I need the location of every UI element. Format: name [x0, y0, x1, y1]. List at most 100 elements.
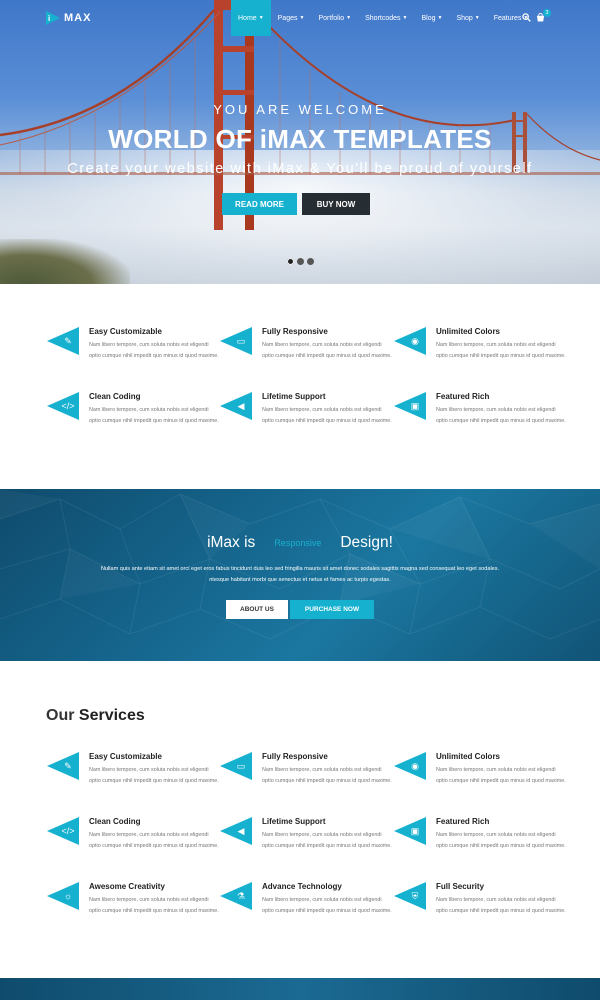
paint-bucket-icon: ◉ — [411, 760, 419, 771]
service-title: Easy Customizable — [89, 752, 162, 761]
service-advance-technology: ⚗ Advance Technology Nam libero tempore,… — [220, 882, 392, 934]
megaphone-icon: ◀ — [237, 825, 245, 836]
banner-heading: iMax is Responsive Design! — [0, 533, 600, 553]
service-title: Fully Responsive — [262, 752, 328, 761]
chevron-down-icon: ▼ — [474, 15, 480, 21]
feature-lifetime-support: ◀ Lifetime Support Nam libero tempore, c… — [220, 392, 392, 444]
nav-item-shop[interactable]: Shop ▼ — [449, 0, 486, 36]
service-full-security: ⛨ Full Security Nam libero tempore, cum … — [394, 882, 566, 934]
services-heading-light: Our — [46, 707, 75, 724]
next-section-strip — [0, 978, 600, 1000]
service-title: Full Security — [436, 882, 485, 891]
edit-icon: ✎ — [64, 335, 72, 346]
top-navbar: i MAX Home ▼ Pages ▼ Portfolio ▼ Shortcodes… — [0, 0, 600, 36]
slider-dot-1[interactable] — [287, 258, 294, 265]
services-heading: Our Services — [46, 707, 145, 725]
code-icon: </> — [61, 826, 75, 836]
service-fully-responsive: ▭ Fully Responsive Nam libero tempore, c… — [220, 752, 392, 804]
nav-item-pages[interactable]: Pages ▼ — [271, 0, 312, 36]
feature-title: Fully Responsive — [262, 327, 328, 336]
service-clean-coding: </> Clean Coding Nam libero tempore, cum… — [47, 817, 219, 869]
service-title: Unlimited Colors — [436, 752, 501, 761]
nav-item-portfolio[interactable]: Portfolio ▼ — [311, 0, 358, 36]
service-text: Nam libero tempore, cum soluta nobis est… — [262, 832, 392, 849]
service-featured-rich: ▣ Featured Rich Nam libero tempore, cum … — [394, 817, 566, 869]
feature-text: Nam libero tempore, cum soluta nobis est… — [436, 407, 566, 424]
hero-subtitle: YOU ARE WELCOME — [213, 102, 387, 117]
nav-item-blog[interactable]: Blog ▼ — [414, 0, 449, 36]
logo-text: MAX — [64, 12, 92, 24]
shield-icon: ⛨ — [411, 890, 419, 901]
feature-featured-rich: ▣ Featured Rich Nam libero tempore, cum … — [394, 392, 566, 444]
feature-title: Unlimited Colors — [436, 327, 501, 336]
nav-item-home[interactable]: Home ▼ — [231, 0, 271, 36]
service-title: Advance Technology — [262, 882, 342, 891]
service-awesome-creativity: ☼ Awesome Creativity Nam libero tempore,… — [47, 882, 219, 934]
feature-title: Clean Coding — [89, 392, 141, 401]
slider-dot-2[interactable] — [297, 258, 304, 265]
flask-icon: ⚗ — [236, 890, 246, 901]
feature-title: Lifetime Support — [262, 392, 326, 401]
slider-pagination — [287, 258, 314, 265]
chevron-down-icon: ▼ — [402, 15, 408, 21]
edit-icon: ✎ — [64, 760, 72, 771]
chevron-down-icon: ▼ — [299, 15, 305, 21]
feature-title: Easy Customizable — [89, 327, 162, 336]
paint-bucket-icon: ◉ — [411, 335, 419, 346]
service-title: Awesome Creativity — [89, 882, 165, 891]
service-text: Nam libero tempore, cum soluta nobis est… — [89, 767, 219, 784]
service-title: Clean Coding — [89, 817, 141, 826]
purchase-now-button[interactable]: PURCHASE NOW — [290, 600, 374, 619]
feature-title: Featured Rich — [436, 392, 490, 401]
cart-count-badge: 3 — [543, 9, 551, 17]
laptop-icon: ▭ — [236, 335, 246, 346]
megaphone-icon: ◀ — [237, 400, 245, 411]
gift-icon: ▣ — [410, 400, 420, 411]
service-lifetime-support: ◀ Lifetime Support Nam libero tempore, c… — [220, 817, 392, 869]
gift-icon: ▣ — [410, 825, 420, 836]
banner-word-3: Design! — [340, 534, 393, 551]
service-text: Nam libero tempore, cum soluta nobis est… — [262, 767, 392, 784]
search-icon[interactable] — [522, 13, 531, 22]
banner-text: Nullam quis ante etiam sit amet orci ege… — [100, 566, 500, 583]
feature-text: Nam libero tempore, cum soluta nobis est… — [89, 342, 219, 359]
service-title: Featured Rich — [436, 817, 490, 826]
lightbulb-icon: ☼ — [63, 891, 73, 901]
feature-unlimited-colors: ◉ Unlimited Colors Nam libero tempore, c… — [394, 327, 566, 379]
feature-text: Nam libero tempore, cum soluta nobis est… — [89, 407, 219, 424]
hero-tagline: Create your website with iMax & You'll b… — [67, 161, 533, 177]
slider-dot-3[interactable] — [307, 258, 314, 265]
feature-fully-responsive: ▭ Fully Responsive Nam libero tempore, c… — [220, 327, 392, 379]
service-text: Nam libero tempore, cum soluta nobis est… — [262, 897, 392, 914]
chevron-down-icon: ▼ — [437, 15, 443, 21]
code-icon: </> — [61, 401, 75, 411]
chevron-down-icon: ▼ — [346, 15, 352, 21]
service-text: Nam libero tempore, cum soluta nobis est… — [436, 897, 566, 914]
buy-now-button[interactable]: BUY NOW — [302, 193, 370, 215]
nav-item-shortcodes[interactable]: Shortcodes ▼ — [358, 0, 414, 36]
feature-easy-customizable: ✎ Easy Customizable Nam libero tempore, … — [47, 327, 219, 379]
laptop-icon: ▭ — [236, 760, 246, 771]
feature-clean-coding: </> Clean Coding Nam libero tempore, cum… — [47, 392, 219, 444]
hero-title: WORLD OF iMAX TEMPLATES — [108, 124, 492, 154]
hero-slider: i MAX Home ▼ Pages ▼ Portfolio ▼ Shortcodes… — [0, 0, 600, 284]
logo-mark: i — [46, 11, 60, 25]
service-unlimited-colors: ◉ Unlimited Colors Nam libero tempore, c… — [394, 752, 566, 804]
banner-word-1: iMax is — [207, 534, 256, 551]
service-text: Nam libero tempore, cum soluta nobis est… — [89, 832, 219, 849]
about-us-button[interactable]: ABOUT US — [226, 600, 288, 619]
service-text: Nam libero tempore, cum soluta nobis est… — [436, 767, 566, 784]
feature-text: Nam libero tempore, cum soluta nobis est… — [436, 342, 566, 359]
service-title: Lifetime Support — [262, 817, 326, 826]
service-text: Nam libero tempore, cum soluta nobis est… — [89, 897, 219, 914]
service-text: Nam libero tempore, cum soluta nobis est… — [436, 832, 566, 849]
banner-rotating-word: Responsive — [274, 538, 322, 548]
feature-text: Nam libero tempore, cum soluta nobis est… — [262, 407, 392, 424]
main-nav: Home ▼ Pages ▼ Portfolio ▼ Shortcodes ▼ Blog… — [231, 0, 535, 36]
site-logo[interactable]: i MAX — [46, 10, 91, 26]
read-more-button[interactable]: READ MORE — [222, 193, 297, 215]
services-heading-bold: Services — [78, 707, 145, 724]
service-easy-customizable: ✎ Easy Customizable Nam libero tempore, … — [47, 752, 219, 804]
chevron-down-icon: ▼ — [258, 15, 264, 21]
feature-text: Nam libero tempore, cum soluta nobis est… — [262, 342, 392, 359]
